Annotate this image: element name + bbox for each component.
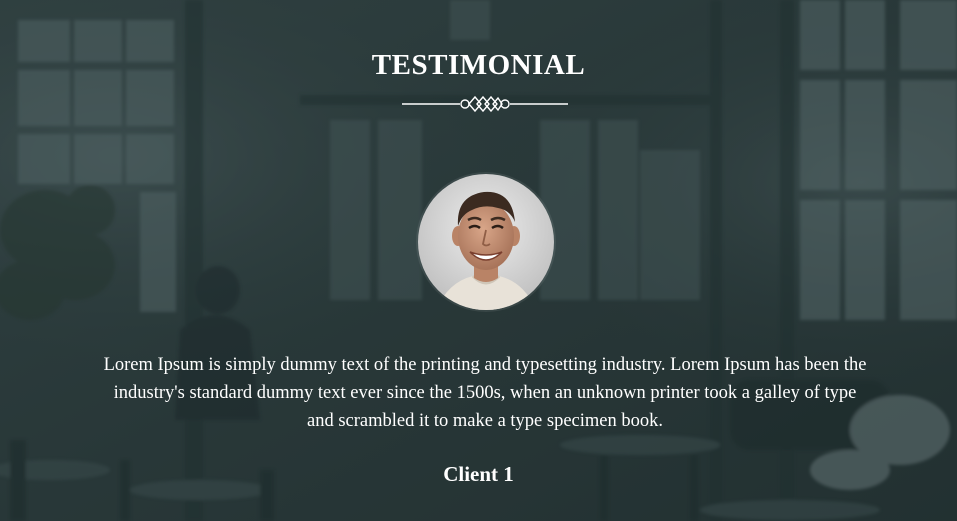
ornament-knot-icon xyxy=(402,95,568,113)
client-avatar xyxy=(418,174,554,310)
testimonial-section: TESTIMONIAL Lorem Ipsum is simply dummy … xyxy=(0,0,957,521)
testimonial-content: TESTIMONIAL Lorem Ipsum is simply dummy … xyxy=(0,0,957,521)
client-name: Client 1 xyxy=(443,462,514,486)
testimonial-quote: Lorem Ipsum is simply dummy text of the … xyxy=(103,355,867,431)
section-title: TESTIMONIAL xyxy=(371,49,586,81)
client-photo-avatar xyxy=(418,174,554,310)
